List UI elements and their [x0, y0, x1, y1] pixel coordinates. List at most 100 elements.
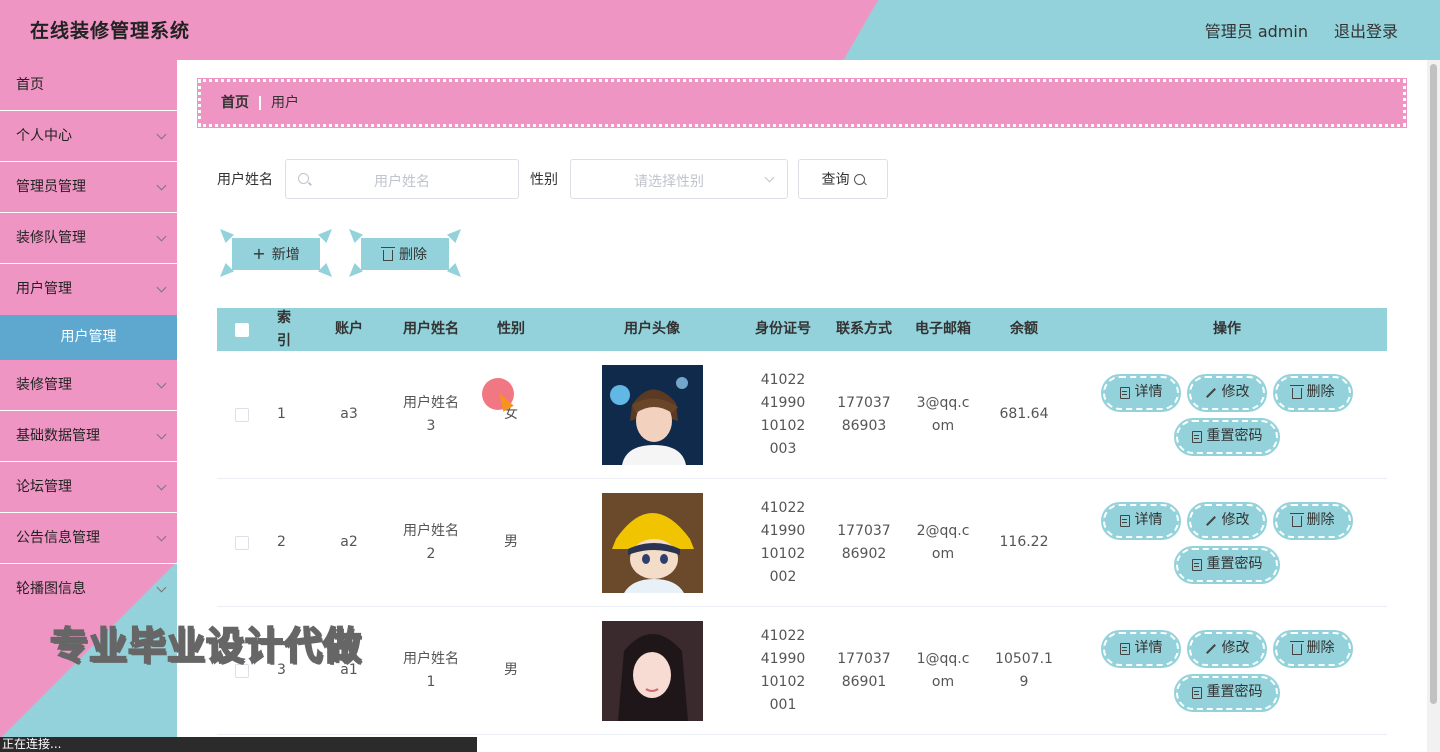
cell-name: 用户姓名2 [403, 522, 459, 562]
chevron-down-icon [156, 429, 167, 440]
trash-icon [1289, 385, 1304, 399]
sidebar-item-personal-center[interactable]: 个人中心 [0, 111, 177, 162]
query-button-label: 查询 [821, 172, 850, 188]
reset-password-label: 重置密码 [1206, 428, 1263, 444]
scrollbar-thumb[interactable] [1430, 64, 1437, 704]
reset-password-label: 重置密码 [1206, 556, 1263, 572]
batch-delete-button[interactable]: 删除 [347, 229, 463, 277]
gender-select[interactable]: 请选择性别 [570, 159, 788, 199]
sidebar-item-team-management[interactable]: 装修队管理 [0, 213, 177, 264]
cell-index: 2 [277, 534, 286, 550]
edit-button[interactable]: 修改 [1187, 501, 1267, 540]
browser-status-bar: 正在连接... [0, 737, 477, 752]
sidebar-item-announcement[interactable]: 公告信息管理 [0, 513, 177, 564]
sidebar-item-basic-data[interactable]: 基础数据管理 [0, 411, 177, 462]
edit-button-label: 修改 [1221, 640, 1250, 656]
app-title: 在线装修管理系统 [30, 20, 191, 42]
cell-gender: 男 [504, 534, 518, 550]
page-scrollbar[interactable] [1427, 60, 1440, 752]
detail-button[interactable]: 详情 [1101, 629, 1181, 668]
delete-button[interactable]: 删除 [1273, 373, 1353, 412]
sidebar-item-home[interactable]: 首页 [0, 60, 177, 111]
document-icon [1119, 642, 1130, 655]
search-bar: 用户姓名 用户姓名 性别 请选择性别 查询 [217, 159, 888, 199]
detail-button[interactable]: 详情 [1101, 501, 1181, 540]
edit-icon [1205, 643, 1216, 654]
cell-name: 用户姓名3 [403, 394, 459, 434]
name-search-placeholder: 用户姓名 [374, 174, 430, 190]
sidebar-subitem-user-management[interactable]: 用户管理 [0, 315, 177, 360]
column-header: 性别 [497, 321, 525, 337]
edit-icon [1205, 387, 1216, 398]
reset-password-button[interactable]: 重置密码 [1174, 417, 1280, 456]
plus-icon: + [252, 244, 266, 263]
gender-select-placeholder: 请选择性别 [634, 174, 704, 190]
select-all-checkbox[interactable] [235, 322, 249, 337]
cell-id-number: 410224199010102002 [760, 499, 806, 585]
column-header: 账户 [335, 321, 363, 337]
search-icon [853, 173, 865, 185]
delete-button[interactable]: 删除 [1273, 629, 1353, 668]
delete-button[interactable]: 删除 [1273, 501, 1353, 540]
logout-link[interactable]: 退出登录 [1334, 18, 1398, 42]
reset-password-button[interactable]: 重置密码 [1174, 673, 1280, 712]
edit-button[interactable]: 修改 [1187, 629, 1267, 668]
column-header: 身份证号 [755, 321, 811, 337]
detail-button[interactable]: 详情 [1101, 373, 1181, 412]
trash-icon [1289, 641, 1304, 655]
delete-button-label: 删除 [399, 247, 427, 263]
chevron-down-icon [156, 231, 167, 242]
sidebar-item-label: 基础数据管理 [16, 428, 100, 444]
chevron-down-icon [156, 531, 167, 542]
cell-balance: 116.22 [999, 534, 1049, 550]
edit-button-label: 修改 [1221, 512, 1250, 528]
document-icon [1119, 386, 1130, 399]
sidebar-item-label: 装修队管理 [16, 230, 86, 246]
table-row: 3 a1 用户姓名1 男 410224199010102001 17703786… [217, 607, 1387, 735]
cell-balance: 10507.19 [995, 650, 1053, 690]
sidebar-item-carousel[interactable]: 轮播图信息 [0, 564, 177, 615]
breadcrumb-separator [259, 96, 261, 110]
table-row: 2 a2 用户姓名2 男 410224199010102002 17703786… [217, 479, 1387, 607]
cell-email: 3@qq.com [916, 394, 970, 434]
document-icon [1191, 430, 1202, 443]
row-checkbox[interactable] [235, 535, 249, 550]
sidebar-item-label: 论坛管理 [16, 479, 72, 495]
admin-label[interactable]: 管理员 admin [1205, 18, 1308, 42]
sidebar-item-label: 首页 [16, 77, 44, 93]
cell-id-number: 410224199010102001 [760, 627, 806, 713]
trash-icon [1289, 513, 1304, 527]
sidebar-item-user-management[interactable]: 用户管理 [0, 264, 177, 315]
row-checkbox[interactable] [235, 407, 249, 422]
column-header: 电子邮箱 [915, 321, 971, 337]
table-header: 索引 账户 用户姓名 性别 用户头像 身份证号 联系方式 电子邮箱 余额 操作 [217, 308, 1387, 351]
breadcrumb-home[interactable]: 首页 [221, 95, 249, 111]
column-header: 联系方式 [836, 321, 892, 337]
cell-id-number: 410224199010102003 [760, 371, 806, 457]
edit-button[interactable]: 修改 [1187, 373, 1267, 412]
cell-account: a3 [340, 406, 358, 422]
name-search-input[interactable]: 用户姓名 [285, 159, 519, 199]
column-header: 用户姓名 [403, 321, 459, 337]
cell-balance: 681.64 [999, 406, 1049, 422]
trash-icon [381, 246, 395, 261]
breadcrumb: 首页 用户 [197, 78, 1407, 128]
cell-name: 用户姓名1 [403, 650, 459, 690]
sidebar-item-label: 个人中心 [16, 128, 72, 144]
user-table: 索引 账户 用户姓名 性别 用户头像 身份证号 联系方式 电子邮箱 余额 操作 … [217, 308, 1387, 735]
sidebar-item-forum[interactable]: 论坛管理 [0, 462, 177, 513]
top-header: 在线装修管理系统 管理员 admin 退出登录 [0, 0, 1440, 60]
sidebar-item-admin-management[interactable]: 管理员管理 [0, 162, 177, 213]
column-header: 操作 [1213, 321, 1241, 337]
sidebar-item-renovation-management[interactable]: 装修管理 [0, 360, 177, 411]
reset-password-button[interactable]: 重置密码 [1174, 545, 1280, 584]
user-avatar-image [601, 364, 703, 465]
cell-email: 1@qq.com [916, 650, 970, 690]
chevron-down-icon [156, 480, 167, 491]
cell-email: 2@qq.com [916, 522, 970, 562]
edit-icon [1205, 515, 1216, 526]
chevron-down-icon [156, 129, 167, 140]
name-filter-label: 用户姓名 [217, 172, 273, 188]
query-button[interactable]: 查询 [798, 159, 888, 199]
add-button[interactable]: + 新增 [218, 229, 334, 277]
